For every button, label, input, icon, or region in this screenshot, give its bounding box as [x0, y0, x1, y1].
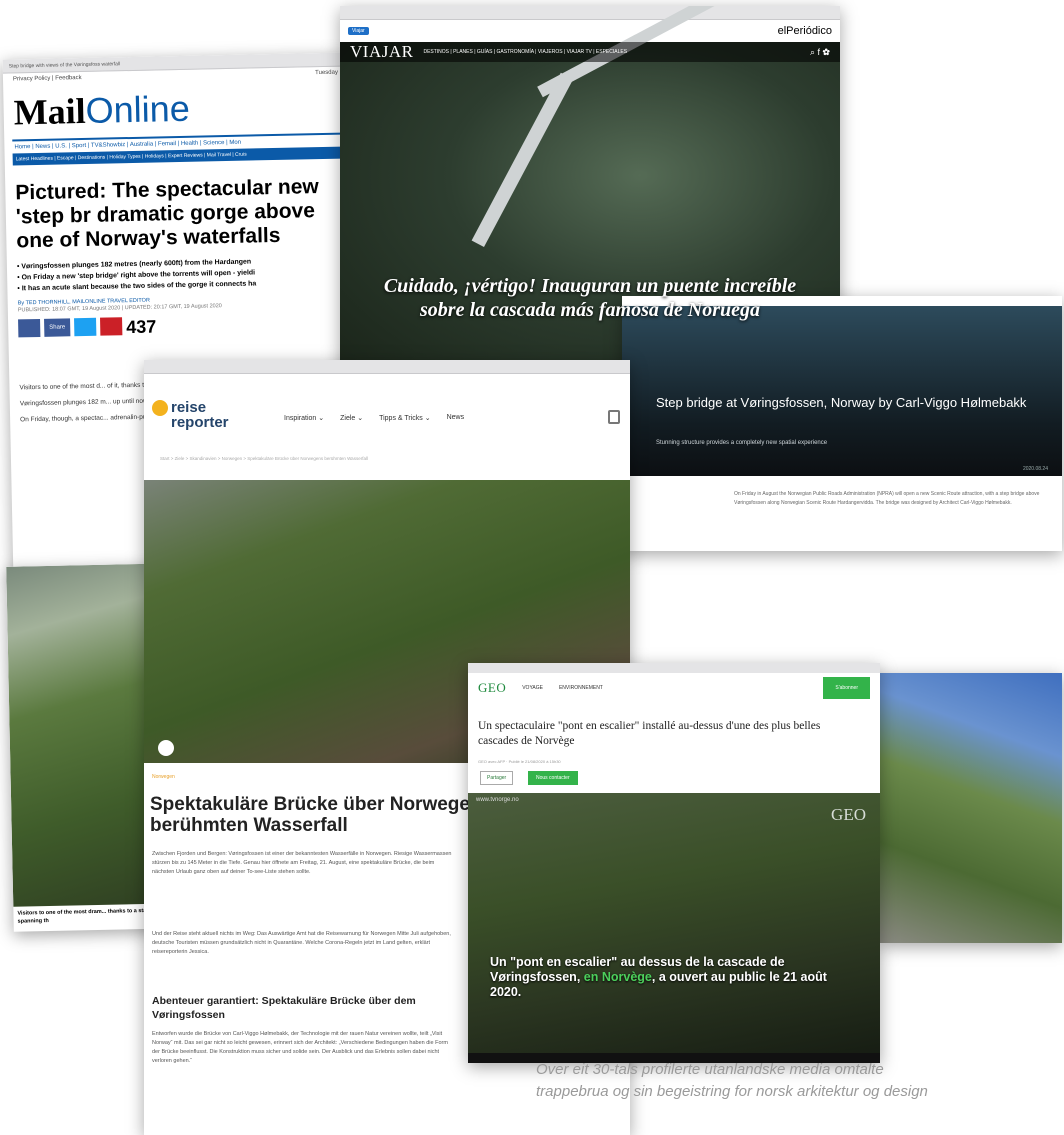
browser-tab-title[interactable]: Step bridge with views of the Vøringsfos…: [9, 61, 121, 69]
geo-article-card: GEO VOYAGE ENVIRONNEMENT S'abonner Un sp…: [468, 663, 880, 1063]
bag-icon[interactable]: [608, 410, 620, 424]
header-image: [622, 306, 1062, 476]
reise-subheading: Abenteuer garantiert: Spektakuläre Brück…: [152, 995, 416, 1021]
reise-paragraph: Und der Reise steht aktuell nichts im We…: [152, 931, 451, 955]
viajar-article-card: Viajar elPeriódico VIAJAR DESTINOS | PLA…: [340, 6, 840, 376]
arch-bridge-photo: [880, 673, 1062, 943]
geo-logo[interactable]: GEO: [478, 680, 506, 696]
privacy-feedback-link[interactable]: Privacy Policy | Feedback: [13, 75, 82, 82]
mail-date: Tuesday: [315, 69, 339, 77]
pinterest-share-icon[interactable]: [100, 317, 123, 336]
search-icon[interactable]: ⌕ f ✿: [810, 47, 830, 58]
geo-header: GEO VOYAGE ENVIRONNEMENT S'abonner: [468, 673, 880, 703]
reise-paragraph: Zwischen Fjorden und Bergen: Vøringsfoss…: [152, 851, 452, 875]
menu-item-news[interactable]: News: [447, 414, 465, 422]
collage-caption: Over eit 30-tals profilerte utanlandske …: [536, 1061, 928, 1100]
geo-nav-voyage[interactable]: VOYAGE: [522, 685, 543, 691]
architecture-article-card: Step bridge at Vøringsfossen, Norway by …: [622, 296, 1062, 551]
elperiodico-logo[interactable]: elPeriódico: [778, 25, 832, 37]
viajar-nav: VIAJAR DESTINOS | PLANES | GUÍAS | GASTR…: [340, 42, 840, 62]
viajar-menu[interactable]: DESTINOS | PLANES | GUÍAS | GASTRONOMÍA …: [423, 49, 627, 55]
twitter-share-icon[interactable]: [74, 317, 97, 337]
reisereporter-logo[interactable]: reise reporter: [152, 400, 229, 430]
menu-item-tipps[interactable]: Tipps & Tricks ⌄: [379, 414, 431, 422]
elperiodico-header: Viajar elPeriódico: [340, 20, 840, 42]
arch-subtitle: Stunning structure provides a completely…: [656, 440, 828, 446]
menu-item-ziele[interactable]: Ziele ⌄: [340, 414, 363, 422]
browser-tab-bar[interactable]: [340, 6, 840, 20]
play-icon[interactable]: [158, 740, 174, 756]
geo-headline: Un spectaculaire "pont en escalier" inst…: [478, 720, 821, 747]
subscribe-button[interactable]: S'abonner: [823, 677, 870, 699]
share-count: 437: [126, 316, 157, 338]
geo-video-logo: GEO: [831, 805, 866, 824]
arch-body: On Friday in August the Norwegian Public…: [734, 491, 1040, 506]
share-button[interactable]: Partager: [480, 771, 514, 785]
viajar-tag[interactable]: Viajar: [348, 27, 369, 35]
breadcrumb[interactable]: Start > Ziele > Skandinavien > Norwegen …: [160, 456, 610, 461]
mail-headline: Pictured: The spectacular new 'step br d…: [15, 175, 319, 253]
article-kicker[interactable]: Norwegen: [152, 774, 175, 780]
video-subtitle: Un "pont en escalier" au dessus de la ca…: [490, 955, 827, 999]
arch-title: Step bridge at Vøringsfossen, Norway by …: [656, 395, 1027, 410]
bridge-photo: [880, 673, 1062, 943]
arch-date: 2020.08.24: [1022, 466, 1048, 472]
geo-nav-environnement[interactable]: ENVIRONNEMENT: [559, 685, 603, 691]
pin-icon: [152, 400, 168, 416]
browser-tab-bar[interactable]: [144, 360, 630, 374]
share-button[interactable]: Share: [44, 318, 71, 337]
facebook-share-icon[interactable]: [18, 318, 41, 338]
viajar-logo[interactable]: VIAJAR: [350, 42, 413, 62]
menu-item-inspiration[interactable]: Inspiration ⌄: [284, 414, 324, 422]
video-controls[interactable]: [468, 1053, 880, 1063]
contact-button[interactable]: Nous contacter: [528, 771, 578, 785]
viajar-headline: Cuidado, ¡vértigo! Inauguran un puente i…: [383, 275, 797, 321]
reise-paragraph: Entworfen wurde die Brücke von Carl-Vigg…: [152, 1031, 448, 1064]
press-collage: Step bridge with views of the Vøringsfos…: [0, 0, 1064, 1135]
geo-video[interactable]: [468, 793, 880, 1063]
geo-meta: GEO avec AFP · Publié le 21/08/2020 à 15…: [478, 759, 561, 764]
reise-menu: Inspiration ⌄ Ziele ⌄ Tipps & Tricks ⌄ N…: [284, 414, 464, 422]
mailonline-logo[interactable]: MailOnline: [3, 78, 349, 133]
video-source-url: www.tvnorge.no: [476, 797, 519, 803]
